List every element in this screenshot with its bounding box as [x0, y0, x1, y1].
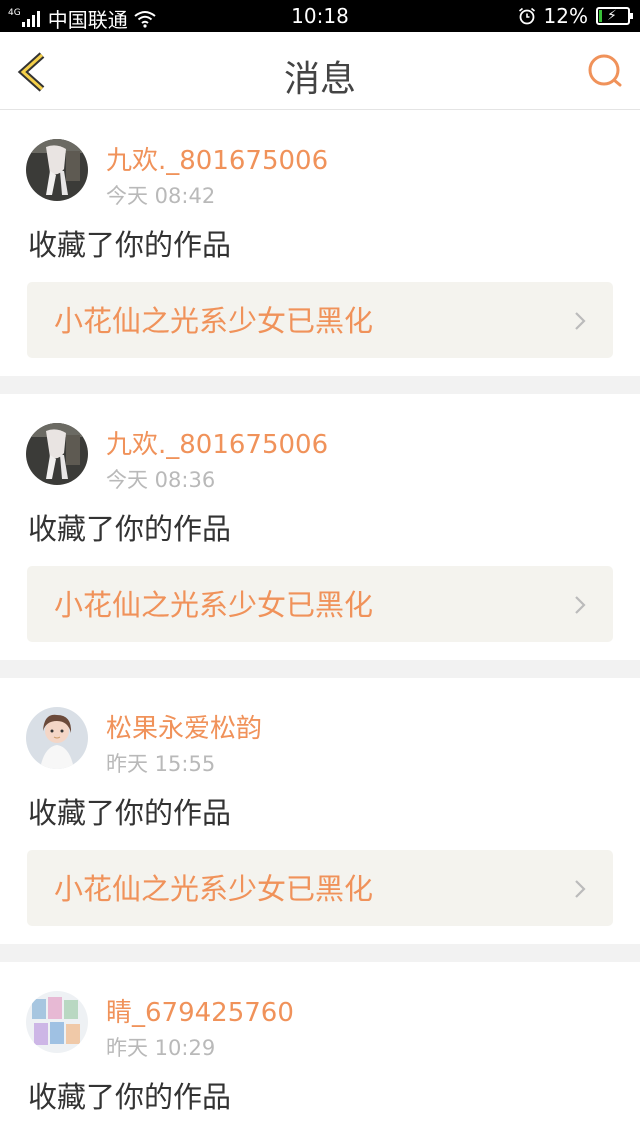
username[interactable]: 九欢._801675006	[106, 140, 328, 177]
work-link[interactable]: 小花仙之光系少女已黑化	[27, 850, 613, 926]
timestamp: 昨天 10:29	[106, 1036, 216, 1060]
message-text: 收藏了你的作品	[28, 228, 232, 262]
message-text: 收藏了你的作品	[28, 1080, 232, 1114]
chevron-right-icon	[575, 312, 586, 330]
avatar[interactable]	[26, 423, 88, 485]
card-divider	[0, 376, 640, 394]
avatar[interactable]	[26, 139, 88, 201]
card-divider	[0, 660, 640, 678]
avatar-photo-icon	[26, 423, 88, 485]
work-link[interactable]: 小花仙之光系少女已黑化	[27, 282, 613, 358]
work-title: 小花仙之光系少女已黑化	[54, 872, 374, 906]
timestamp: 今天 08:42	[106, 184, 216, 208]
message-card: 九欢._801675006 今天 08:36 收藏了你的作品 小花仙之光系少女已…	[0, 394, 640, 660]
timestamp: 昨天 15:55	[106, 752, 216, 776]
page-title: 消息	[283, 59, 356, 100]
avatar-photo-icon	[26, 707, 88, 769]
message-card: 睛_679425760 昨天 10:29 收藏了你的作品	[0, 962, 640, 1132]
message-card: 九欢._801675006 今天 08:42 收藏了你的作品 小花仙之光系少女已…	[0, 110, 640, 376]
username[interactable]: 睛_679425760	[106, 992, 294, 1029]
search-button[interactable]	[586, 52, 624, 90]
status-bar-right: 12% ⚡	[518, 4, 633, 28]
battery-level-fill	[599, 10, 602, 22]
message-card: 松果永爱松韵 昨天 15:55 收藏了你的作品 小花仙之光系少女已黑化	[0, 678, 640, 944]
avatar-photo-icon	[26, 991, 88, 1053]
chevron-right-icon	[575, 880, 586, 898]
message-header: 九欢._801675006 今天 08:36	[0, 394, 640, 494]
status-bar: 4G 中国联通 10:18 12% ⚡	[0, 0, 640, 32]
work-title: 小花仙之光系少女已黑化	[54, 304, 374, 338]
message-header: 睛_679425760 昨天 10:29	[0, 962, 640, 1062]
avatar-photo-icon	[26, 139, 88, 201]
card-divider	[0, 944, 640, 962]
chevron-right-icon	[575, 596, 586, 614]
avatar[interactable]	[26, 707, 88, 769]
battery-icon: ⚡	[596, 7, 633, 25]
charging-bolt-icon: ⚡	[607, 8, 617, 24]
avatar[interactable]	[26, 991, 88, 1053]
message-header: 松果永爱松韵 昨天 15:55	[0, 678, 640, 778]
timestamp: 今天 08:36	[106, 468, 216, 492]
username[interactable]: 九欢._801675006	[106, 424, 328, 461]
message-text: 收藏了你的作品	[28, 796, 232, 830]
message-header: 九欢._801675006 今天 08:42	[0, 110, 640, 210]
work-link[interactable]: 小花仙之光系少女已黑化	[27, 566, 613, 642]
message-text: 收藏了你的作品	[28, 512, 232, 546]
message-list: 九欢._801675006 今天 08:42 收藏了你的作品 小花仙之光系少女已…	[0, 110, 640, 1132]
nav-bar: 消息	[0, 32, 640, 110]
username[interactable]: 松果永爱松韵	[106, 708, 262, 745]
alarm-icon	[518, 7, 535, 25]
work-title: 小花仙之光系少女已黑化	[54, 588, 374, 622]
battery-percent: 12%	[543, 4, 588, 28]
